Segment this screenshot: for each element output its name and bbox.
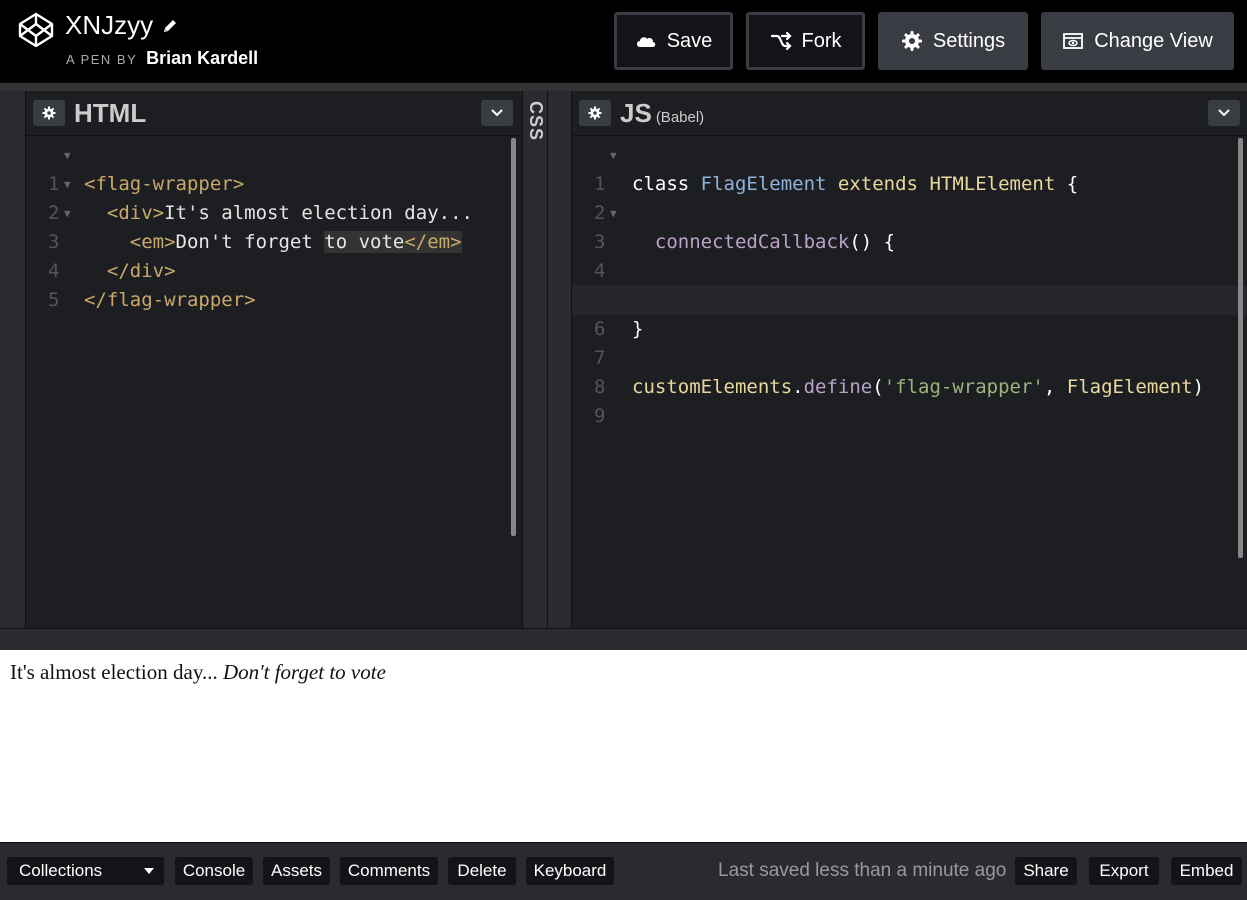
save-button-label: Save (666, 29, 713, 52)
js-settings-button[interactable] (579, 100, 611, 126)
html-settings-button[interactable] (33, 100, 65, 126)
middle-resize-gutter[interactable] (548, 91, 572, 628)
keyboard-button[interactable]: Keyboard (526, 857, 614, 885)
pencil-icon[interactable] (161, 17, 179, 35)
result-preview: It's almost election day... Don't forget… (0, 650, 1247, 842)
settings-button-label: Settings (932, 29, 1006, 52)
code-line[interactable]: 3 ▼ <em>Don't forget to vote</em> (26, 199, 522, 253)
console-button[interactable]: Console (175, 857, 253, 885)
code-line[interactable]: 7 (572, 315, 1247, 369)
code-line[interactable]: 3 ▼ connectedCallback() { (572, 199, 1247, 253)
delete-button[interactable]: Delete (448, 857, 516, 885)
fold-arrow-icon[interactable]: ▼ (610, 199, 617, 228)
code-line[interactable]: 4 (572, 228, 1247, 282)
line-number: 5 (48, 289, 60, 311)
code-line-active[interactable]: 6} (572, 286, 1247, 340)
save-status: Last saved less than a minute ago (718, 860, 1007, 881)
fork-icon (770, 31, 792, 51)
change-view-button-label: Change View (1094, 29, 1213, 52)
gear-icon (901, 31, 922, 51)
code-line[interactable]: 4 </div> (26, 228, 522, 282)
code-line[interactable]: 8 customElements.define('flag-wrapper', F… (572, 344, 1247, 398)
chevron-down-icon (491, 109, 503, 117)
html-pane-title: HTML (74, 98, 147, 128)
fork-button[interactable]: Fork (746, 12, 865, 70)
editors-top-separator (0, 83, 1247, 91)
css-collapsed-pane[interactable]: CSS (522, 91, 548, 628)
preview-content: It's almost election day... Don't forget… (10, 660, 386, 685)
header: XNJzyy A PEN BY Brian Kardell Save Fork (0, 0, 1247, 83)
fork-button-label: Fork (801, 29, 842, 52)
export-button[interactable]: Export (1089, 857, 1159, 885)
gear-icon (588, 106, 602, 120)
comments-button[interactable]: Comments (340, 857, 438, 885)
cloud-icon (636, 37, 655, 47)
fold-arrow-icon[interactable]: ▼ (64, 170, 71, 199)
author-link[interactable]: Brian Kardell (146, 48, 258, 68)
pen-title[interactable]: XNJzyy (65, 10, 179, 41)
js-pane-title: JS (Babel) (620, 98, 704, 129)
layout-icon (1063, 33, 1084, 49)
html-code[interactable]: 1 ▼ <flag-wrapper> 2 ▼ <div>It's almost ele… (26, 141, 522, 311)
preview-emphasis: Don't forget to vote (222, 660, 386, 684)
byline-prefix: A PEN BY (66, 52, 138, 67)
js-code[interactable]: 1 ▼ class FlagElement extends HTMLElement … (572, 141, 1247, 427)
chevron-down-icon (1218, 109, 1230, 117)
gear-icon (42, 106, 56, 120)
fold-arrow-icon[interactable]: ▼ (64, 199, 71, 228)
js-collapse-button[interactable] (1208, 100, 1240, 126)
collections-label: Collections (19, 861, 103, 880)
byline: A PEN BY Brian Kardell (66, 48, 258, 69)
collections-dropdown[interactable]: Collections (7, 857, 164, 885)
code-line[interactable]: 2 (572, 170, 1247, 224)
pen-title-text: XNJzyy (65, 10, 154, 40)
code-line[interactable]: 5 } (572, 257, 1247, 311)
html-scrollbar[interactable] (511, 138, 516, 536)
fold-arrow-icon[interactable]: ▼ (610, 141, 617, 170)
js-pane-header: JS (Babel) (572, 91, 1247, 136)
assets-button[interactable]: Assets (263, 857, 330, 885)
preview-text: It's almost election day... (10, 660, 218, 684)
save-button[interactable]: Save (614, 12, 733, 70)
footer-bar: Collections Console Assets Comments Dele… (0, 842, 1247, 900)
change-view-button[interactable]: Change View (1041, 12, 1234, 70)
code-line[interactable]: 9 (572, 373, 1247, 427)
css-pane-title: CSS (526, 101, 546, 142)
fold-arrow-icon[interactable]: ▼ (64, 141, 71, 170)
code-line[interactable]: 1 ▼ <flag-wrapper> (26, 141, 522, 195)
preview-resize-bar[interactable] (0, 628, 1247, 650)
html-pane-header: HTML (26, 91, 522, 136)
settings-button[interactable]: Settings (878, 12, 1028, 70)
codepen-logo-icon[interactable] (18, 12, 54, 48)
code-line[interactable]: 2 ▼ <div>It's almost election day... (26, 170, 522, 224)
html-collapse-button[interactable] (481, 100, 513, 126)
code-line[interactable]: 1 ▼ class FlagElement extends HTMLElement … (572, 141, 1247, 195)
js-preprocessor-label: (Babel) (655, 109, 705, 126)
js-scrollbar[interactable] (1238, 138, 1243, 558)
js-editor-pane: JS (Babel) 1 ▼ class FlagElement extends HT… (572, 91, 1247, 628)
html-editor-pane: HTML 1 ▼ <flag-wrapper> 2 ▼ <div>It's almos… (26, 91, 522, 628)
caret-down-icon (144, 868, 154, 874)
line-number: 9 (594, 405, 606, 427)
share-button[interactable]: Share (1015, 857, 1077, 885)
js-pane-title-text: JS (620, 98, 652, 128)
embed-button[interactable]: Embed (1171, 857, 1242, 885)
code-line[interactable]: 5 </flag-wrapper> (26, 257, 522, 311)
left-resize-gutter[interactable] (0, 91, 26, 628)
